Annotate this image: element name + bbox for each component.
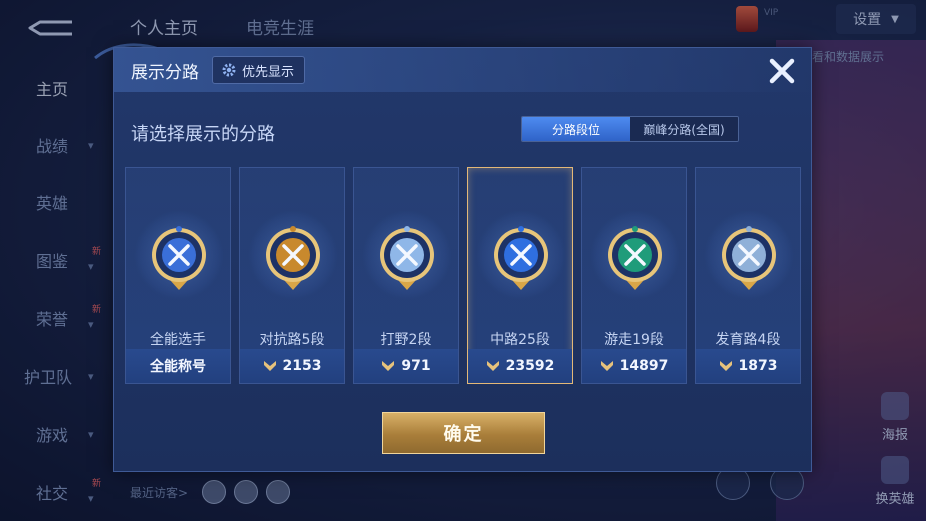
lane-card-value: 全能称号 bbox=[126, 349, 230, 383]
clash-lane-emblem-icon bbox=[266, 226, 320, 290]
lane-card-value-text: 14897 bbox=[619, 358, 669, 374]
priority-display-button[interactable]: 优先显示 bbox=[212, 56, 306, 84]
confirm-button[interactable]: 确定 bbox=[382, 412, 545, 454]
lane-card-value: 23592 bbox=[468, 349, 572, 383]
lane-card-jungle[interactable]: 打野2段 971 bbox=[353, 167, 459, 384]
farm-lane-emblem-icon bbox=[722, 226, 776, 290]
lane-card-value-text: 全能称号 bbox=[150, 359, 206, 375]
lane-card-value: 1873 bbox=[696, 349, 800, 383]
lane-card-label: 游走19段 bbox=[604, 332, 664, 348]
rank-arrow-icon bbox=[600, 361, 613, 371]
tab-peak-lane[interactable]: 巅峰分路(全国) bbox=[630, 117, 738, 141]
lane-mode-toggle: 分路段位 巅峰分路(全国) bbox=[521, 116, 739, 142]
lane-display-dialog: 展示分路 优先显示 请选择展示的分路 分路段位 巅峰分路(全国) 全能选手全能称… bbox=[113, 47, 812, 472]
lane-card-label: 打野2段 bbox=[380, 332, 432, 348]
lane-card-label: 中路25段 bbox=[490, 332, 550, 348]
lane-card-label: 对抗路5段 bbox=[259, 332, 325, 348]
lane-card-value: 14897 bbox=[582, 349, 686, 383]
lane-card-label: 发育路4段 bbox=[715, 332, 781, 348]
lane-card-value: 2153 bbox=[240, 349, 344, 383]
lane-card-mid-lane[interactable]: 中路25段 23592 bbox=[467, 167, 573, 384]
lane-card-value-text: 1873 bbox=[738, 358, 778, 374]
dialog-subtitle: 请选择展示的分路 bbox=[131, 124, 275, 145]
roam-emblem-icon bbox=[608, 226, 662, 290]
tab-lane-rank[interactable]: 分路段位 bbox=[522, 117, 630, 141]
rank-arrow-icon bbox=[263, 361, 276, 371]
jungle-emblem-icon bbox=[380, 226, 434, 290]
lane-card-farm-lane[interactable]: 发育路4段 1873 bbox=[695, 167, 801, 384]
lane-card-all-round[interactable]: 全能选手 全能称号 bbox=[125, 167, 231, 384]
priority-label: 优先显示 bbox=[242, 64, 295, 80]
mid-lane-emblem-icon bbox=[494, 226, 548, 290]
lane-card-value: 971 bbox=[354, 349, 458, 383]
lane-card-clash-lane[interactable]: 对抗路5段 2153 bbox=[239, 167, 345, 384]
rank-arrow-icon bbox=[486, 361, 499, 371]
all-round-emblem-icon bbox=[152, 226, 206, 290]
gear-icon bbox=[222, 63, 236, 77]
dialog-title: 展示分路 bbox=[131, 63, 199, 83]
lane-card-value-text: 2153 bbox=[282, 358, 322, 374]
rank-arrow-icon bbox=[382, 361, 395, 371]
lane-card-roam[interactable]: 游走19段 14897 bbox=[581, 167, 687, 384]
lane-card-label: 全能选手 bbox=[150, 332, 206, 348]
lane-card-value-text: 971 bbox=[401, 358, 431, 374]
rank-arrow-icon bbox=[719, 361, 732, 371]
lane-card-value-text: 23592 bbox=[505, 358, 555, 374]
close-icon[interactable] bbox=[766, 55, 798, 87]
